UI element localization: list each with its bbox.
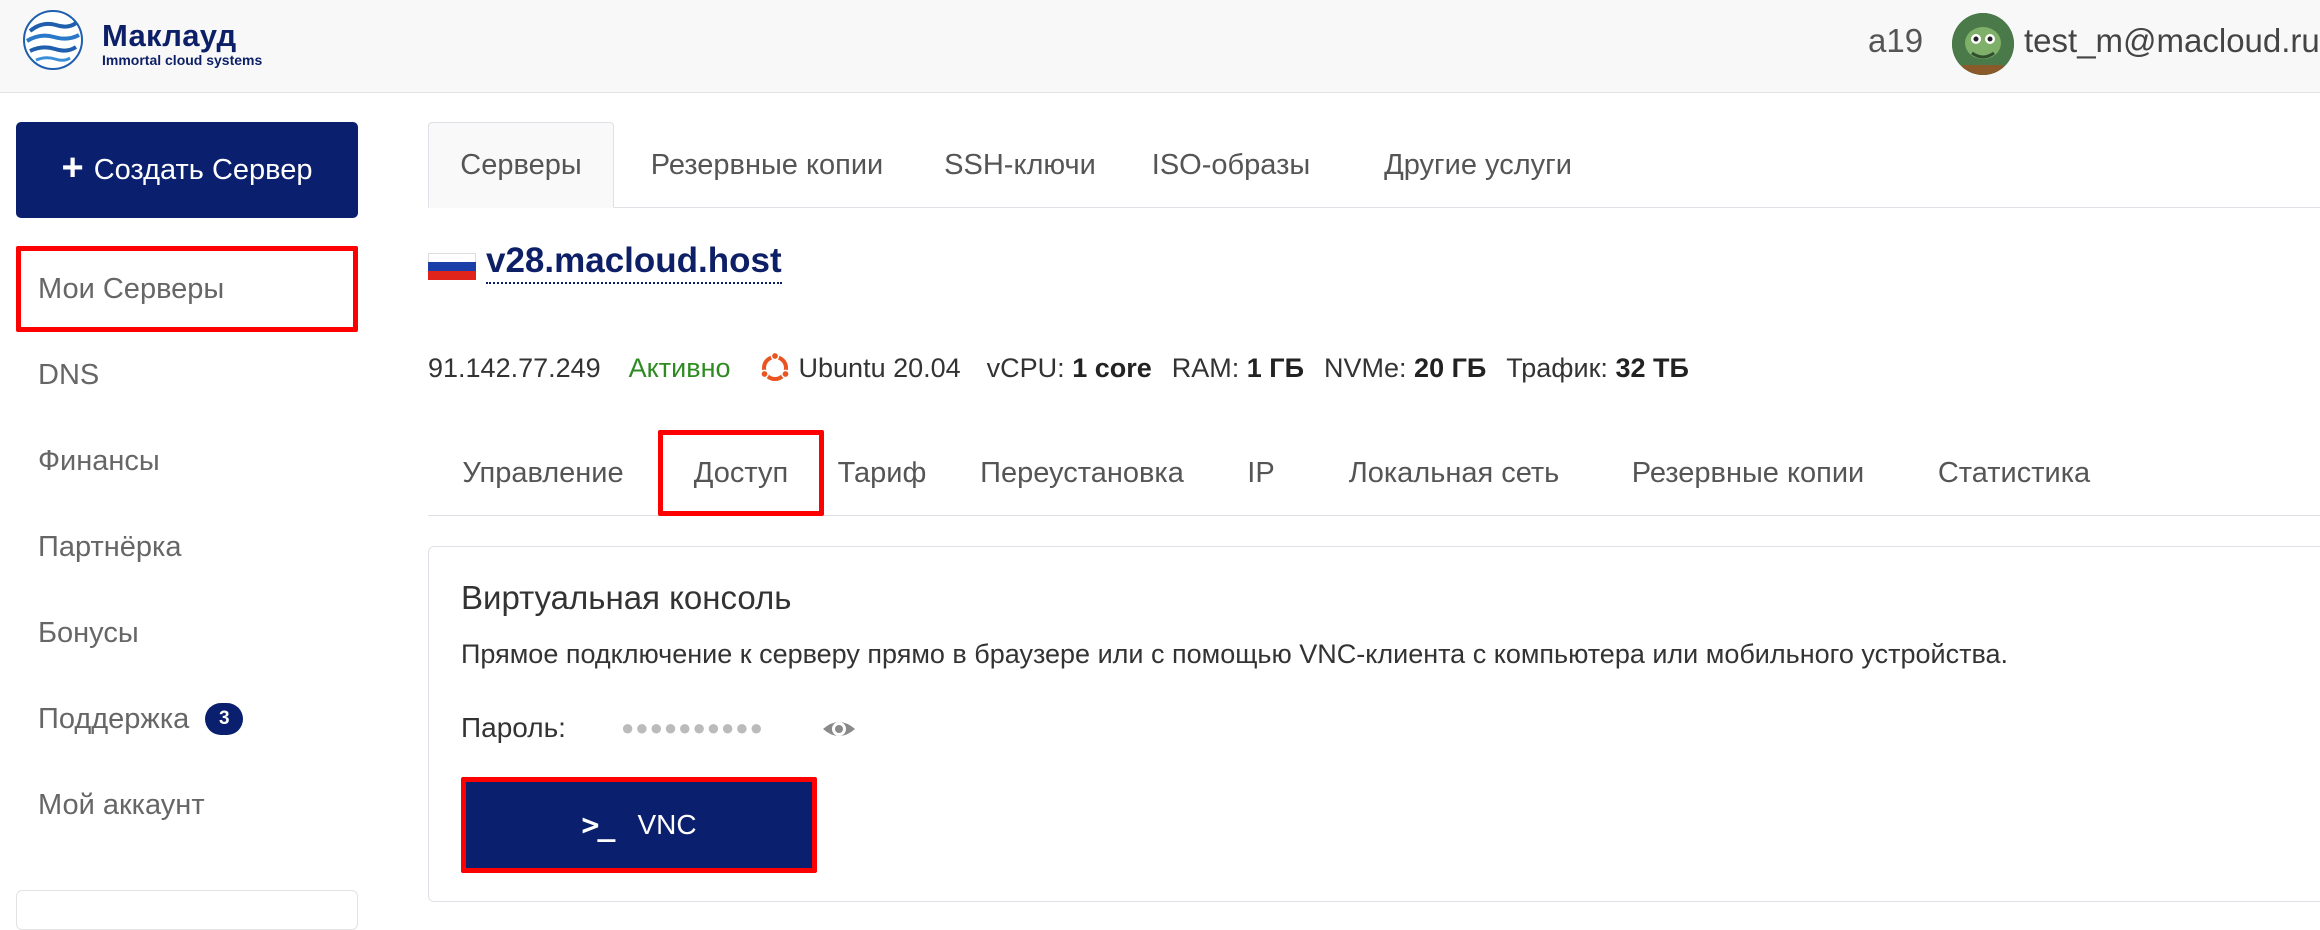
server-name-link[interactable]: v28.macloud.host: [486, 240, 782, 284]
tab-label: Серверы: [460, 148, 582, 181]
server-info-row: 91.142.77.249 Активно Ubuntu 20.04 vCPU:…: [428, 352, 1689, 384]
tab-label: Тариф: [837, 456, 927, 489]
server-os: Ubuntu 20.04: [798, 352, 961, 383]
console-title: Виртуальная консоль: [461, 579, 792, 616]
tab-iso-images[interactable]: ISO-образы: [1120, 122, 1342, 208]
tab-label: Управление: [462, 456, 624, 489]
sidebar-item-finance[interactable]: Финансы: [16, 418, 358, 504]
subtab-reinstall[interactable]: Переустановка: [972, 430, 1192, 516]
spec-value: 20 ГБ: [1414, 352, 1487, 383]
server-ip[interactable]: 91.142.77.249: [428, 353, 601, 384]
subtab-statistics[interactable]: Статистика: [1912, 430, 2116, 516]
user-id: a19: [1868, 22, 1924, 59]
sidebar-item-partner[interactable]: Партнёрка: [16, 504, 358, 590]
tab-label: Локальная сеть: [1348, 456, 1560, 489]
user-avatar[interactable]: [1952, 13, 2014, 75]
sidebar-item-label: DNS: [38, 358, 100, 391]
tab-label: Резервные копии: [650, 148, 884, 181]
sidebar-item-label: Партнёрка: [38, 530, 182, 563]
tab-label: ISO-образы: [1151, 148, 1311, 181]
tab-label: SSH-ключи: [944, 148, 1096, 181]
sidebar-item-account[interactable]: Мой аккаунт: [16, 762, 358, 848]
avatar-image-icon: [1952, 13, 2014, 75]
sidebar-item-my-servers[interactable]: Мои Серверы: [16, 246, 358, 332]
server-sub-tabs: Управление Доступ Тариф Переустановка IP…: [428, 430, 2320, 516]
tab-label: IP: [1247, 456, 1275, 489]
sidebar-item-dns[interactable]: DNS: [16, 332, 358, 418]
sidebar-item-bonuses[interactable]: Бонусы: [16, 590, 358, 676]
spec-traffic: Трафик: 32 ТБ: [1506, 353, 1689, 384]
create-server-label: Создать Сервер: [93, 153, 313, 186]
server-status: Активно: [628, 352, 731, 383]
tab-label: Доступ: [693, 456, 789, 489]
subtab-management[interactable]: Управление: [428, 430, 658, 516]
tab-servers[interactable]: Серверы: [428, 122, 614, 208]
ubuntu-icon: [759, 352, 790, 381]
subtab-backups[interactable]: Резервные копии: [1620, 430, 1876, 516]
terminal-icon: >_: [581, 807, 615, 843]
spec-value: 32 ТБ: [1615, 352, 1689, 383]
sidebar-bottom-panel: [16, 890, 358, 930]
sidebar-item-support[interactable]: Поддержка 3: [16, 676, 358, 762]
spec-label: Трафик:: [1506, 352, 1608, 383]
subtab-tariff[interactable]: Тариф: [832, 430, 932, 516]
password-value: ●●●●●●●●●●: [621, 715, 764, 740]
top-header: Маклауд Immortal cloud systems a19 test_…: [0, 0, 2320, 93]
tab-other-services[interactable]: Другие услуги: [1342, 122, 1614, 208]
subtab-ip[interactable]: IP: [1238, 430, 1284, 516]
tab-backups[interactable]: Резервные копии: [614, 122, 920, 208]
subtab-local-network[interactable]: Локальная сеть: [1324, 430, 1584, 516]
spec-label: RAM:: [1171, 352, 1240, 383]
virtual-console-card: Виртуальная консоль Прямое подключение к…: [428, 546, 2320, 902]
spec-ram: RAM: 1 ГБ: [1172, 353, 1304, 384]
macloud-logo-icon[interactable]: [22, 9, 84, 71]
plus-icon: +: [61, 147, 84, 189]
main-tabs: Серверы Резервные копии SSH-ключи ISO-об…: [428, 122, 2320, 208]
brand-name[interactable]: Маклауд: [102, 18, 237, 54]
tab-label: Резервные копии: [1631, 456, 1865, 489]
spec-label: NVMe:: [1324, 352, 1407, 383]
user-email[interactable]: test_m@macloud.ru: [2024, 22, 2320, 60]
support-count-badge: 3: [205, 703, 244, 735]
sidebar-item-label: Мои Серверы: [38, 272, 225, 305]
create-server-button[interactable]: + Создать Сервер: [16, 122, 358, 218]
spec-vcpu: vCPU: 1 core: [987, 353, 1152, 384]
vnc-button[interactable]: >_ VNC: [461, 777, 817, 873]
spec-value: 1 core: [1072, 352, 1152, 383]
subtab-access[interactable]: Доступ: [658, 430, 824, 516]
password-label: Пароль:: [461, 712, 566, 743]
spec-value: 1 ГБ: [1246, 352, 1304, 383]
sidebar-item-label: Финансы: [38, 444, 160, 477]
eye-icon[interactable]: [821, 711, 857, 747]
spec-label: vCPU:: [986, 352, 1065, 383]
spec-nvme: NVMe: 20 ГБ: [1324, 353, 1486, 384]
console-description: Прямое подключение к серверу прямо в бра…: [461, 639, 2009, 669]
tab-label: Переустановка: [980, 456, 1184, 489]
brand-tagline: Immortal cloud systems: [102, 52, 263, 68]
russia-flag-icon: [428, 253, 476, 280]
tab-label: Другие услуги: [1384, 148, 1572, 181]
tab-ssh-keys[interactable]: SSH-ключи: [920, 122, 1120, 208]
tab-label: Статистика: [1937, 456, 2091, 489]
sidebar-item-label: Поддержка: [38, 702, 190, 735]
sidebar-item-label: Мой аккаунт: [38, 788, 205, 821]
vnc-button-label: VNC: [637, 809, 697, 840]
sidebar-item-label: Бонусы: [38, 616, 139, 649]
